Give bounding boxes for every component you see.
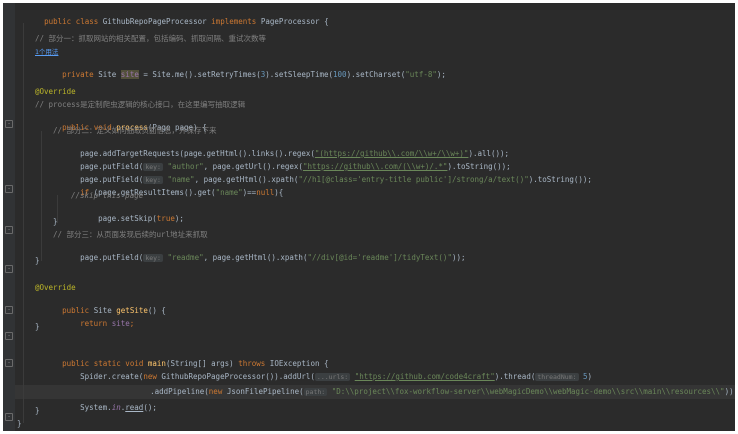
field-name: site <box>120 70 139 79</box>
code-text: ); <box>174 214 184 223</box>
code-text: ).toString()); <box>528 175 592 184</box>
code-line-comment-part2[interactable]: // 部分二：定义如何抽取页面信息，并保存下来 <box>53 126 217 136</box>
fold-marker-icon[interactable]: - <box>5 265 13 273</box>
field-name: site <box>111 319 130 328</box>
code-line-pipeline[interactable]: .addPipeline(new JsonFilePipeline(path: … <box>123 377 735 396</box>
code-text: ){ <box>274 188 284 197</box>
code-text: JsonFilePipeline( <box>222 387 304 396</box>
string-literal: "name" <box>215 188 243 197</box>
method-call: read <box>125 403 144 412</box>
code-text: (); <box>143 403 157 412</box>
code-text: page.putField( <box>80 253 144 262</box>
keyword: null <box>256 188 275 197</box>
interface-name: PageProcessor <box>260 17 320 26</box>
number: 100 <box>333 70 347 79</box>
code-line-override[interactable]: @Override <box>35 87 76 97</box>
fold-marker-icon[interactable]: - <box>5 359 13 367</box>
code-line-if[interactable]: if (page.getResultItems().get("name")==n… <box>53 178 283 197</box>
code-line-site-field[interactable]: private Site site = Site.me().setRetryTi… <box>35 60 446 79</box>
code-editor[interactable]: - - - - - - - - public class GithubRepoP… <box>3 3 735 431</box>
code-line-class-decl[interactable]: public class GithubRepoPageProcessor imp… <box>17 7 328 26</box>
string-literal: "utf-8" <box>405 70 437 79</box>
code-line-add-target[interactable]: page.addTargetRequests(page.getHtml().li… <box>53 139 509 158</box>
string-literal: "//div[@id='readme']/tidyText()" <box>307 253 452 262</box>
string-literal: "readme" <box>167 253 204 262</box>
code-text: ).setSleepTime( <box>265 70 334 79</box>
class-name: GithubRepoPageProcessor <box>102 17 207 26</box>
code-line-put-name[interactable]: page.putField(key: "name", page.getHtml(… <box>53 165 592 184</box>
keyword: private <box>62 70 94 79</box>
keyword: public class <box>44 17 99 26</box>
fold-marker-icon[interactable]: - <box>5 413 13 421</box>
code-line-override[interactable]: @Override <box>35 283 76 293</box>
code-line-close-if[interactable]: } <box>53 217 58 227</box>
code-line-comment-process[interactable]: // process是定制爬虫逻辑的核心接口，在这里编写抽取逻辑 <box>35 100 245 110</box>
code-line-return[interactable]: return site; <box>53 309 134 328</box>
code-line-close-class[interactable]: } <box>17 419 22 429</box>
code-line-getsite-decl[interactable]: public Site getSite() { <box>35 296 166 315</box>
fold-marker-icon[interactable]: - <box>5 226 13 234</box>
fold-marker-icon[interactable]: - <box>5 306 13 314</box>
code-text: ).setCharset( <box>346 70 406 79</box>
code-line-put-author[interactable]: page.putField(key: "author", page.getUrl… <box>53 152 511 171</box>
code-text: = Site.me().setRetryTimes( <box>138 70 261 79</box>
brace: { <box>324 17 329 26</box>
keyword: true <box>156 214 175 223</box>
usages-link[interactable]: 1个用法 <box>35 47 58 57</box>
code-line-put-readme[interactable]: page.putField(key: "readme", page.getHtm… <box>53 243 466 262</box>
code-line-comment-part1[interactable]: // 部分一：抓取网站的相关配置，包括编码、抓取间隔、重试次数等 <box>35 34 266 44</box>
keyword: implements <box>211 17 257 26</box>
parameter-hint: path: <box>303 388 328 396</box>
field-name: in <box>111 403 121 412</box>
code-line-comment-part3[interactable]: // 部分三：从页面发现后续的url地址来抓取 <box>53 230 208 240</box>
type-name: Site <box>98 70 117 79</box>
fold-marker-icon[interactable]: - <box>5 332 13 340</box>
string-literal: "//h1[@class='entry-title public']/stron… <box>298 175 529 184</box>
code-text: )); <box>451 253 466 262</box>
code-line-close-main[interactable]: } <box>35 406 40 416</box>
code-line-main-decl[interactable]: public static void main(String[] args) t… <box>35 349 328 368</box>
code-text: ; <box>129 319 135 328</box>
code-line-close-process[interactable]: } <box>35 256 40 266</box>
parameter-hint: key: <box>143 254 163 262</box>
code-text: page.setSkip( <box>98 214 157 223</box>
code-line-process-decl[interactable]: public void process(Page page) { <box>35 113 207 132</box>
code-text: () { <box>147 306 166 315</box>
code-text: System. <box>80 403 112 412</box>
fold-marker-icon[interactable]: - <box>5 120 13 128</box>
fold-marker-icon[interactable]: - <box>5 185 13 193</box>
code-line-spider[interactable]: Spider.create(new GithubRepoPageProcesso… <box>53 362 592 381</box>
code-text: , page.getHtml().xpath( <box>203 253 308 262</box>
code-text: .addPipeline( <box>150 387 209 396</box>
code-text: )== <box>242 188 257 197</box>
code-line-skip-comment[interactable]: //skip this page <box>71 191 143 201</box>
code-line-close-getsite[interactable]: } <box>35 322 40 332</box>
keyword: return <box>80 319 108 328</box>
keyword: new <box>208 387 223 396</box>
code-line-set-skip[interactable]: page.setSkip(true); <box>71 204 184 223</box>
code-area[interactable]: public class GithubRepoPageProcessor imp… <box>15 3 735 431</box>
code-text: ); <box>436 70 446 79</box>
code-line-system-read[interactable]: System.in.read(); <box>53 393 157 412</box>
code-text: )).run(); <box>724 387 735 396</box>
string-literal: "D:\\project\\fox-workflow-server\\webMa… <box>331 387 725 396</box>
editor-gutter[interactable]: - - - - - - - - <box>3 3 15 431</box>
